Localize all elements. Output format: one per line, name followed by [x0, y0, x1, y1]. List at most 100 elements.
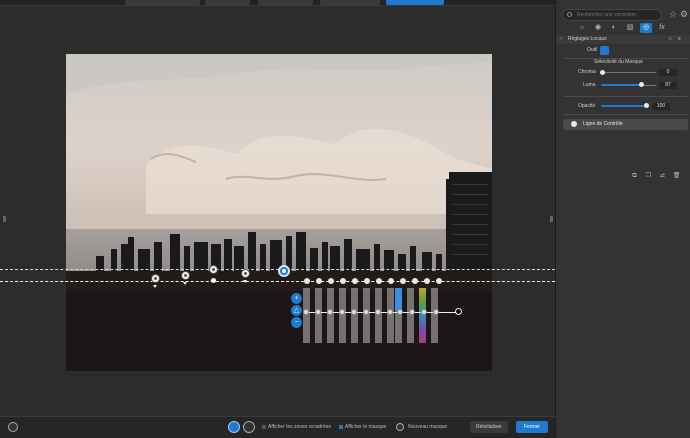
- adjustment-knob[interactable]: [387, 309, 393, 315]
- control-point-selected[interactable]: [278, 265, 290, 277]
- noise-icon[interactable]: [412, 278, 418, 284]
- saturation-icon[interactable]: [376, 278, 382, 284]
- menu-icon[interactable]: ≡: [678, 36, 681, 43]
- structure-icon[interactable]: [388, 278, 394, 284]
- hue-icon[interactable]: [424, 278, 430, 284]
- local-adjustments-icon[interactable]: ◎: [640, 23, 652, 33]
- star-icon[interactable]: ☆: [668, 36, 672, 43]
- highlights-icon[interactable]: [328, 278, 334, 284]
- adjustment-knob[interactable]: [303, 309, 309, 315]
- toolbar-group[interactable]: [320, 0, 380, 5]
- export-button[interactable]: [386, 0, 444, 5]
- panel-collapse-handle[interactable]: [550, 216, 553, 222]
- adjustment-bar[interactable]: [327, 288, 334, 343]
- adjustment-knob[interactable]: [433, 309, 439, 315]
- control-point[interactable]: [151, 274, 160, 283]
- adjustment-knob[interactable]: [409, 309, 415, 315]
- luma-slider-track[interactable]: [642, 85, 656, 86]
- close-button[interactable]: Fermer: [516, 421, 548, 433]
- sharpness-icon[interactable]: [400, 278, 406, 284]
- brightness-icon[interactable]: [352, 278, 358, 284]
- control-point-handle[interactable]: [211, 278, 216, 283]
- control-point[interactable]: [209, 265, 218, 274]
- adjustment-knob[interactable]: [363, 309, 369, 315]
- hue-bar[interactable]: [419, 288, 426, 343]
- new-mask-button[interactable]: Nouveau masque: [408, 422, 447, 432]
- control-point[interactable]: [181, 271, 190, 280]
- warmth-icon[interactable]: [364, 278, 370, 284]
- opacity-value[interactable]: 100: [652, 103, 670, 110]
- opacity-slider-thumb[interactable]: [644, 103, 649, 108]
- add-control-point-icon[interactable]: +: [291, 293, 302, 304]
- opacity-slider-fill[interactable]: [601, 105, 646, 107]
- search-icon: [567, 12, 572, 17]
- contrast-icon[interactable]: [316, 278, 322, 284]
- adjustment-knob[interactable]: [315, 309, 321, 315]
- shadows-icon[interactable]: [340, 278, 346, 284]
- adjustment-knob[interactable]: [327, 309, 333, 315]
- collapse-chevron-icon[interactable]: ▾: [560, 36, 563, 43]
- chroma-slider-thumb[interactable]: [600, 70, 605, 75]
- adjustment-bar-active[interactable]: [395, 288, 402, 343]
- adjustment-bar[interactable]: [375, 288, 382, 343]
- toolbar-group[interactable]: [205, 0, 250, 5]
- adjustment-bar[interactable]: [339, 288, 346, 343]
- adjustment-bar[interactable]: [303, 288, 310, 343]
- divider: [563, 96, 688, 97]
- luma-slider-fill[interactable]: [601, 84, 642, 86]
- plus-icon[interactable]: [396, 423, 404, 431]
- trash-icon[interactable]: 🗑: [672, 172, 681, 180]
- chroma-slider-track[interactable]: [601, 72, 656, 73]
- panel-collapse-handle[interactable]: [3, 216, 6, 222]
- image-canvas[interactable]: + △ −: [0, 6, 555, 416]
- chroma-value[interactable]: 0: [659, 69, 677, 76]
- toolbar-group[interactable]: [258, 0, 313, 5]
- mask-tool-icon[interactable]: △: [291, 305, 302, 316]
- control-line-tool-icon[interactable]: [600, 46, 609, 55]
- control-line-end-handle[interactable]: [455, 308, 462, 315]
- brush-tool-icon[interactable]: [243, 421, 255, 433]
- reset-button[interactable]: Réinitialiser: [470, 421, 508, 433]
- search-input[interactable]: [562, 9, 662, 21]
- show-mask-label[interactable]: Afficher le masque: [345, 422, 386, 432]
- copy-icon[interactable]: ❐: [644, 172, 653, 180]
- adjustment-knob[interactable]: [397, 309, 403, 315]
- mask-selectivity-title: Sélectivité du Masque: [594, 59, 643, 65]
- fx-icon[interactable]: fx: [656, 23, 668, 33]
- section-header[interactable]: ▾ Réglages Locaux ☆ ≡: [556, 35, 690, 44]
- adjustment-bar[interactable]: [351, 288, 358, 343]
- adjustment-bar[interactable]: [315, 288, 322, 343]
- layers-icon[interactable]: ▧: [624, 23, 636, 33]
- control-point-marker: [243, 280, 247, 283]
- exposure-icon[interactable]: [304, 278, 310, 284]
- duplicate-mask-icon[interactable]: ⧉: [630, 172, 639, 180]
- show-cropped-checkbox[interactable]: [262, 425, 266, 429]
- star-icon[interactable]: ☆: [669, 9, 677, 19]
- palette-icon[interactable]: ◉: [592, 23, 604, 33]
- color-icon[interactable]: [436, 278, 442, 284]
- sun-icon[interactable]: ☼: [576, 23, 588, 33]
- control-point[interactable]: [241, 269, 250, 278]
- control-line-tool-icon[interactable]: [228, 421, 240, 433]
- control-line-guide[interactable]: [0, 281, 555, 282]
- gear-icon[interactable]: ⚙: [680, 9, 688, 19]
- show-cropped-label[interactable]: Afficher les zones recadrées: [268, 422, 331, 432]
- adjustment-knob[interactable]: [375, 309, 381, 315]
- adjustment-bar[interactable]: [431, 288, 438, 343]
- adjustment-bar[interactable]: [387, 288, 394, 343]
- invert-icon[interactable]: ⇄: [658, 172, 667, 180]
- delete-control-point-icon[interactable]: −: [291, 317, 302, 328]
- detail-icon[interactable]: ◐: [608, 23, 620, 33]
- settings-icon[interactable]: [8, 422, 18, 432]
- adjustment-knob[interactable]: [421, 309, 427, 315]
- luma-value[interactable]: 87: [659, 82, 677, 89]
- control-line-icon: [571, 121, 577, 127]
- adjustment-bar[interactable]: [363, 288, 370, 343]
- luma-slider-thumb[interactable]: [639, 82, 644, 87]
- show-mask-checkbox[interactable]: [339, 425, 343, 429]
- adjustment-bar[interactable]: [407, 288, 414, 343]
- toolbar-group[interactable]: [125, 0, 200, 5]
- adjustment-knob[interactable]: [339, 309, 345, 315]
- adjustment-knob[interactable]: [351, 309, 357, 315]
- control-line-list-item[interactable]: Ligne de Contrôle: [563, 119, 688, 130]
